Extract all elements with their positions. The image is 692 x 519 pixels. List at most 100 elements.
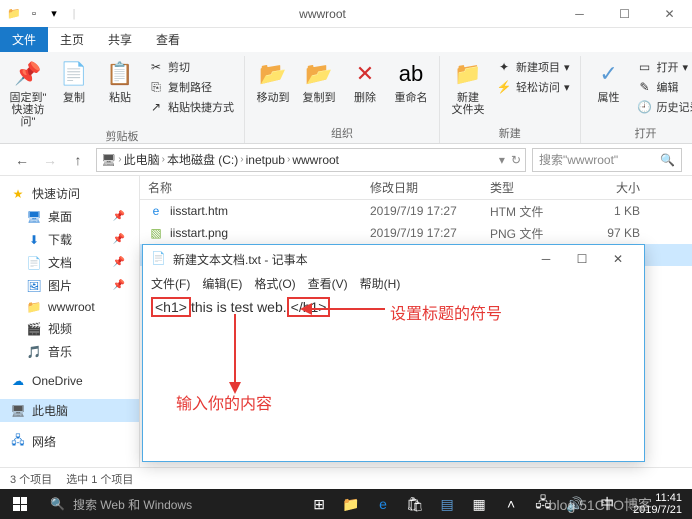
tray-up-icon[interactable]: ˄ bbox=[495, 489, 527, 519]
sidebar-music[interactable]: 🎵音乐 bbox=[0, 340, 139, 363]
column-headers: 名称 修改日期 类型 大小 bbox=[140, 176, 692, 200]
refresh-icon[interactable]: ↻ bbox=[511, 153, 521, 167]
np-minimize[interactable]: ─ bbox=[528, 248, 564, 270]
qat-dropdown[interactable]: ▾ bbox=[46, 6, 62, 22]
nav-forward[interactable]: → bbox=[38, 148, 62, 172]
statusbar: 3 个项目 选中 1 个项目 bbox=[0, 467, 692, 489]
search-input[interactable]: 搜索"wwwroot" 🔍 bbox=[532, 148, 682, 172]
search-icon: 🔍 bbox=[50, 497, 65, 511]
paste-button[interactable]: 📋 粘贴 bbox=[98, 56, 142, 104]
documents-icon: 📄 bbox=[26, 256, 42, 270]
col-name[interactable]: 名称 bbox=[140, 179, 370, 196]
sidebar-downloads[interactable]: ⬇下载📌 bbox=[0, 228, 139, 251]
pasteshortcut-button[interactable]: ↗粘贴快捷方式 bbox=[144, 98, 238, 116]
open-button[interactable]: ▭打开 ▾ bbox=[633, 58, 692, 76]
sidebar-wwwroot[interactable]: 📁wwwroot bbox=[0, 297, 139, 317]
np-menu-help[interactable]: 帮助(H) bbox=[360, 275, 401, 292]
sidebar-documents[interactable]: 📄文档📌 bbox=[0, 251, 139, 274]
np-maximize[interactable]: ☐ bbox=[564, 248, 600, 270]
newitem-button[interactable]: ✦新建项目 ▾ bbox=[492, 58, 574, 76]
pin-icon: 📌 bbox=[113, 257, 125, 268]
notepad-icon: 📄 bbox=[151, 251, 167, 267]
history-icon: 🕘 bbox=[637, 100, 653, 114]
file-row[interactable]: eiisstart.htm 2019/7/19 17:27 HTM 文件 1 K… bbox=[140, 200, 692, 222]
sidebar-pictures[interactable]: 🖼图片📌 bbox=[0, 274, 139, 297]
notepad-titlebar[interactable]: 📄 新建文本文档.txt - 记事本 ─ ☐ ✕ bbox=[143, 245, 644, 273]
png-icon: ▧ bbox=[148, 225, 164, 241]
start-button[interactable] bbox=[0, 489, 40, 519]
sidebar-onedrive[interactable]: ☁OneDrive bbox=[0, 371, 139, 391]
copyto-button[interactable]: 📂复制到 bbox=[297, 56, 341, 104]
tab-home[interactable]: 主页 bbox=[48, 27, 96, 52]
group-clipboard: 剪贴板 bbox=[6, 128, 238, 146]
file-row[interactable]: ▧iisstart.png 2019/7/19 17:27 PNG 文件 97 … bbox=[140, 222, 692, 244]
close-button[interactable]: ✕ bbox=[647, 0, 692, 28]
nav-up[interactable]: ↑ bbox=[66, 148, 90, 172]
taskview-icon[interactable]: ⊞ bbox=[303, 489, 335, 519]
easyaccess-button[interactable]: ⚡轻松访问 ▾ bbox=[492, 78, 574, 96]
properties-icon: ✓ bbox=[593, 58, 625, 90]
window-title: wwwroot bbox=[88, 7, 557, 21]
h1-open-tag: <h1> bbox=[151, 297, 191, 317]
col-type[interactable]: 类型 bbox=[490, 179, 580, 196]
np-menu-format[interactable]: 格式(O) bbox=[254, 275, 295, 292]
np-close[interactable]: ✕ bbox=[600, 248, 636, 270]
np-menu-file[interactable]: 文件(F) bbox=[151, 275, 190, 292]
explorer-icon[interactable]: 📁 bbox=[335, 489, 367, 519]
store-icon[interactable]: 🛍 bbox=[399, 489, 431, 519]
maximize-button[interactable]: ☐ bbox=[602, 0, 647, 28]
ribbon: 📌 固定到"快速访问" 📄 复制 📋 粘贴 ✂剪切 ⎘复制路径 ↗粘贴快捷方式 … bbox=[0, 52, 692, 144]
addr-dropdown[interactable]: ▾ bbox=[499, 153, 505, 167]
taskbar-search[interactable]: 🔍 搜索 Web 和 Windows bbox=[40, 489, 240, 519]
app-icon[interactable]: ▤ bbox=[431, 489, 463, 519]
sidebar-thispc[interactable]: 🖥此电脑 bbox=[0, 399, 139, 422]
edge-icon[interactable]: e bbox=[367, 489, 399, 519]
tab-file[interactable]: 文件 bbox=[0, 27, 48, 52]
app-icon[interactable]: ▦ bbox=[463, 489, 495, 519]
folder-icon: 📁 bbox=[6, 6, 22, 22]
sidebar-desktop[interactable]: 🖥桌面📌 bbox=[0, 205, 139, 228]
copy-button[interactable]: 📄 复制 bbox=[52, 56, 96, 104]
onedrive-icon: ☁ bbox=[10, 374, 26, 388]
tab-view[interactable]: 查看 bbox=[144, 27, 192, 52]
pin-quickaccess-button[interactable]: 📌 固定到"快速访问" bbox=[6, 56, 50, 128]
notepad-window: 📄 新建文本文档.txt - 记事本 ─ ☐ ✕ 文件(F) 编辑(E) 格式(… bbox=[142, 244, 645, 462]
sidebar: ★快速访问 🖥桌面📌 ⬇下载📌 📄文档📌 🖼图片📌 📁wwwroot 🎬视频 🎵… bbox=[0, 176, 140, 467]
history-button[interactable]: 🕘历史记录 bbox=[633, 98, 692, 116]
edit-icon: ✎ bbox=[637, 80, 653, 94]
group-organize: 组织 bbox=[251, 125, 433, 143]
tab-share[interactable]: 共享 bbox=[96, 27, 144, 52]
music-icon: 🎵 bbox=[26, 345, 42, 359]
nav-back[interactable]: ← bbox=[10, 148, 34, 172]
breadcrumb[interactable]: 🖥 › 此电脑 › 本地磁盘 (C:) › inetpub › wwwroot … bbox=[96, 148, 526, 172]
moveto-button[interactable]: 📂移动到 bbox=[251, 56, 295, 104]
body-text: this is test web. bbox=[191, 299, 287, 315]
copypath-button[interactable]: ⎘复制路径 bbox=[144, 78, 238, 96]
cut-button[interactable]: ✂剪切 bbox=[144, 58, 238, 76]
col-size[interactable]: 大小 bbox=[580, 179, 650, 196]
status-items: 3 个项目 bbox=[10, 471, 52, 487]
rename-button[interactable]: ab重命名 bbox=[389, 56, 433, 104]
properties-button[interactable]: ✓属性 bbox=[587, 56, 631, 104]
pin-icon: 📌 bbox=[113, 211, 125, 222]
np-menu-edit[interactable]: 编辑(E) bbox=[202, 275, 242, 292]
pin-icon: 📌 bbox=[113, 234, 125, 245]
delete-button[interactable]: ✕删除 bbox=[343, 56, 387, 104]
edit-button[interactable]: ✎编辑 bbox=[633, 78, 692, 96]
newfolder-button[interactable]: 📁新建 文件夹 bbox=[446, 56, 490, 116]
sidebar-videos[interactable]: 🎬视频 bbox=[0, 317, 139, 340]
minimize-button[interactable]: ─ bbox=[557, 0, 602, 28]
col-date[interactable]: 修改日期 bbox=[370, 179, 490, 196]
qat-item[interactable]: ▫ bbox=[26, 6, 42, 22]
copy-icon: 📄 bbox=[58, 58, 90, 90]
htm-icon: e bbox=[148, 203, 164, 219]
sidebar-quickaccess[interactable]: ★快速访问 bbox=[0, 182, 139, 205]
window-titlebar: 📁 ▫ ▾ | wwwroot ─ ☐ ✕ bbox=[0, 0, 692, 28]
pin-icon: 📌 bbox=[12, 58, 44, 90]
paste-icon: 📋 bbox=[104, 58, 136, 90]
copyto-icon: 📂 bbox=[303, 58, 335, 90]
sidebar-network[interactable]: 🖧网络 bbox=[0, 430, 139, 453]
star-icon: ★ bbox=[10, 187, 26, 201]
np-menu-view[interactable]: 查看(V) bbox=[308, 275, 348, 292]
search-icon: 🔍 bbox=[660, 153, 675, 167]
